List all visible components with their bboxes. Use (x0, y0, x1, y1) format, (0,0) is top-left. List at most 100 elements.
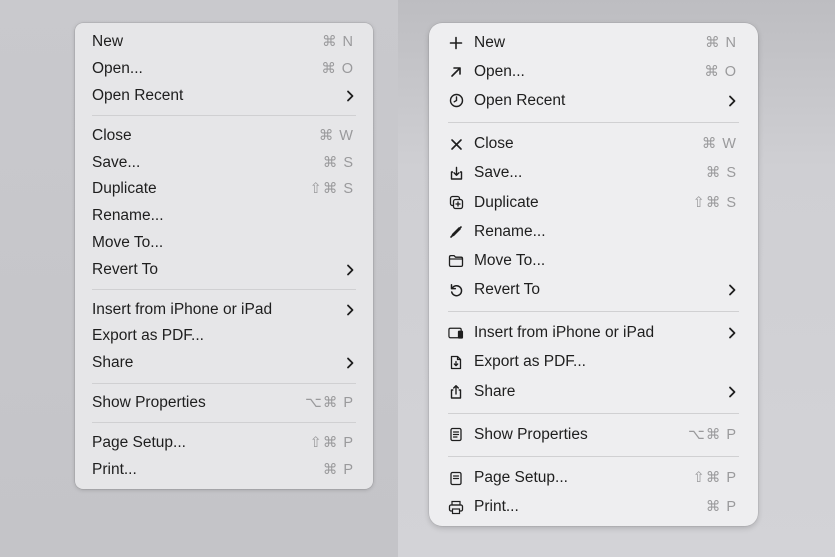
menu-item-print[interactable]: Print... ⌘ P (75, 456, 373, 483)
chevron-right-icon (343, 303, 357, 317)
chevron-right-icon (343, 89, 357, 103)
menu-item-new[interactable]: New ⌘ N (75, 29, 373, 56)
menu-item-label: Share (92, 354, 134, 372)
menu-item-label: Show Properties (474, 425, 588, 443)
menu-item-rename[interactable]: Rename... (75, 203, 373, 230)
pencil-icon (448, 224, 464, 240)
keyboard-shortcut: ⌥⌘ P (305, 394, 354, 411)
menu-item-show-properties[interactable]: Show Properties ⌥⌘ P (429, 420, 758, 449)
menu-separator (92, 382, 356, 384)
menu-item-label: Share (474, 382, 516, 400)
clock-icon (448, 93, 464, 109)
menu-item-label: Open... (474, 62, 525, 80)
menu-item-label: Print... (474, 498, 519, 516)
menu-item-label: New (474, 33, 506, 51)
menu-item-insert-from-iphone-or-ipad[interactable]: Insert from iPhone or iPad (75, 296, 373, 323)
keyboard-shortcut: ⌥⌘ P (688, 426, 737, 443)
menu-item-label: Insert from iPhone or iPad (92, 300, 273, 318)
menu-item-share[interactable]: Share (75, 350, 373, 377)
menu-item-close[interactable]: Close ⌘ W (75, 122, 373, 149)
menu-item-move-to[interactable]: Move To... (75, 230, 373, 257)
menu-item-duplicate[interactable]: Duplicate ⇧⌘ S (75, 176, 373, 203)
menu-item-label: Save... (474, 164, 523, 182)
menu-item-label: Duplicate (92, 180, 157, 198)
menu-item-label: Page Setup... (92, 433, 186, 451)
menu-item-label: Close (92, 126, 132, 144)
menu-item-open[interactable]: Open... ⌘ O (429, 57, 758, 86)
menu-item-label: Page Setup... (474, 469, 568, 487)
share-icon (448, 384, 464, 400)
menu-item-save[interactable]: Save... ⌘ S (429, 159, 758, 188)
menu-separator (448, 311, 739, 313)
menu-item-revert-to[interactable]: Revert To (75, 256, 373, 283)
folder-icon (448, 253, 464, 269)
menu-item-label: Insert from iPhone or iPad (474, 324, 655, 342)
menu-item-label: Export as PDF... (474, 353, 586, 371)
keyboard-shortcut: ⌘ O (321, 61, 354, 78)
menu-item-show-properties[interactable]: Show Properties ⌥⌘ P (75, 390, 373, 417)
menu-item-export-as-pdf[interactable]: Export as PDF... (75, 323, 373, 350)
menu-item-label: Export as PDF... (92, 327, 204, 345)
menu-item-page-setup[interactable]: Page Setup... ⇧⌘ P (75, 429, 373, 456)
menu-separator (92, 115, 356, 117)
menu-separator (448, 122, 739, 124)
menu-separator (448, 455, 739, 457)
menu-item-label: Revert To (92, 260, 159, 278)
chevron-right-icon (725, 283, 739, 297)
menu-item-save[interactable]: Save... ⌘ S (75, 149, 373, 176)
menu-item-print[interactable]: Print... ⌘ P (429, 493, 758, 522)
menu-separator (92, 422, 356, 424)
file-menu-classic: New ⌘ N Open... ⌘ O Open Recent Close ⌘ W Save.… (75, 23, 373, 489)
keyboard-shortcut: ⌘ N (322, 34, 354, 51)
page-setup-icon (448, 470, 464, 486)
menu-item-page-setup[interactable]: Page Setup... ⇧⌘ P (429, 463, 758, 492)
menu-item-label: Close (474, 135, 514, 153)
close-icon (448, 136, 464, 152)
chevron-right-icon (725, 326, 739, 340)
keyboard-shortcut: ⌘ S (705, 165, 737, 182)
menu-item-label: Revert To (474, 281, 541, 299)
menu-item-label: Show Properties (92, 393, 206, 411)
keyboard-shortcut: ⌘ P (705, 499, 737, 516)
menu-item-label: Move To... (92, 233, 164, 251)
menu-item-open-recent[interactable]: Open Recent (75, 83, 373, 110)
keyboard-shortcut: ⌘ W (318, 127, 354, 144)
menu-item-label: Rename... (92, 207, 164, 225)
menu-item-new[interactable]: New ⌘ N (429, 28, 758, 57)
menu-item-move-to[interactable]: Move To... (429, 246, 758, 275)
keyboard-shortcut: ⌘ O (704, 63, 737, 80)
keyboard-shortcut: ⇧⌘ P (309, 434, 354, 451)
menu-item-share[interactable]: Share (429, 377, 758, 406)
menu-item-insert-from-iphone-or-ipad[interactable]: Insert from iPhone or iPad (429, 319, 758, 348)
menu-item-label: Move To... (474, 251, 546, 269)
menu-item-label: Duplicate (474, 193, 539, 211)
keyboard-shortcut: ⌘ P (322, 461, 354, 478)
menu-item-open[interactable]: Open... ⌘ O (75, 56, 373, 83)
keyboard-shortcut: ⇧⌘ S (309, 181, 354, 198)
menu-item-export-as-pdf[interactable]: Export as PDF... (429, 348, 758, 377)
revert-icon (448, 282, 464, 298)
menu-item-revert-to[interactable]: Revert To (429, 276, 758, 305)
menu-separator (448, 412, 739, 414)
devices-icon (448, 325, 464, 341)
chevron-right-icon (343, 263, 357, 277)
keyboard-shortcut: ⌘ S (322, 154, 354, 171)
chevron-right-icon (725, 385, 739, 399)
menu-item-rename[interactable]: Rename... (429, 217, 758, 246)
menu-item-close[interactable]: Close ⌘ W (429, 130, 758, 159)
keyboard-shortcut: ⌘ W (701, 136, 737, 153)
keyboard-shortcut: ⇧⌘ S (692, 194, 737, 211)
file-menu-with-icons: New ⌘ N Open... ⌘ O Open Recent Close ⌘ W Save.… (429, 23, 758, 526)
menu-item-open-recent[interactable]: Open Recent (429, 86, 758, 115)
menu-item-label: Open Recent (92, 86, 184, 104)
properties-icon (448, 427, 464, 443)
menu-separator (92, 289, 356, 291)
chevron-right-icon (343, 356, 357, 370)
menu-item-label: Print... (92, 460, 137, 478)
chevron-right-icon (725, 94, 739, 108)
menu-item-duplicate[interactable]: Duplicate ⇧⌘ S (429, 188, 758, 217)
menu-item-label: Open Recent (474, 91, 566, 109)
menu-item-label: Save... (92, 153, 141, 171)
keyboard-shortcut: ⌘ N (705, 34, 737, 51)
duplicate-icon (448, 195, 464, 211)
